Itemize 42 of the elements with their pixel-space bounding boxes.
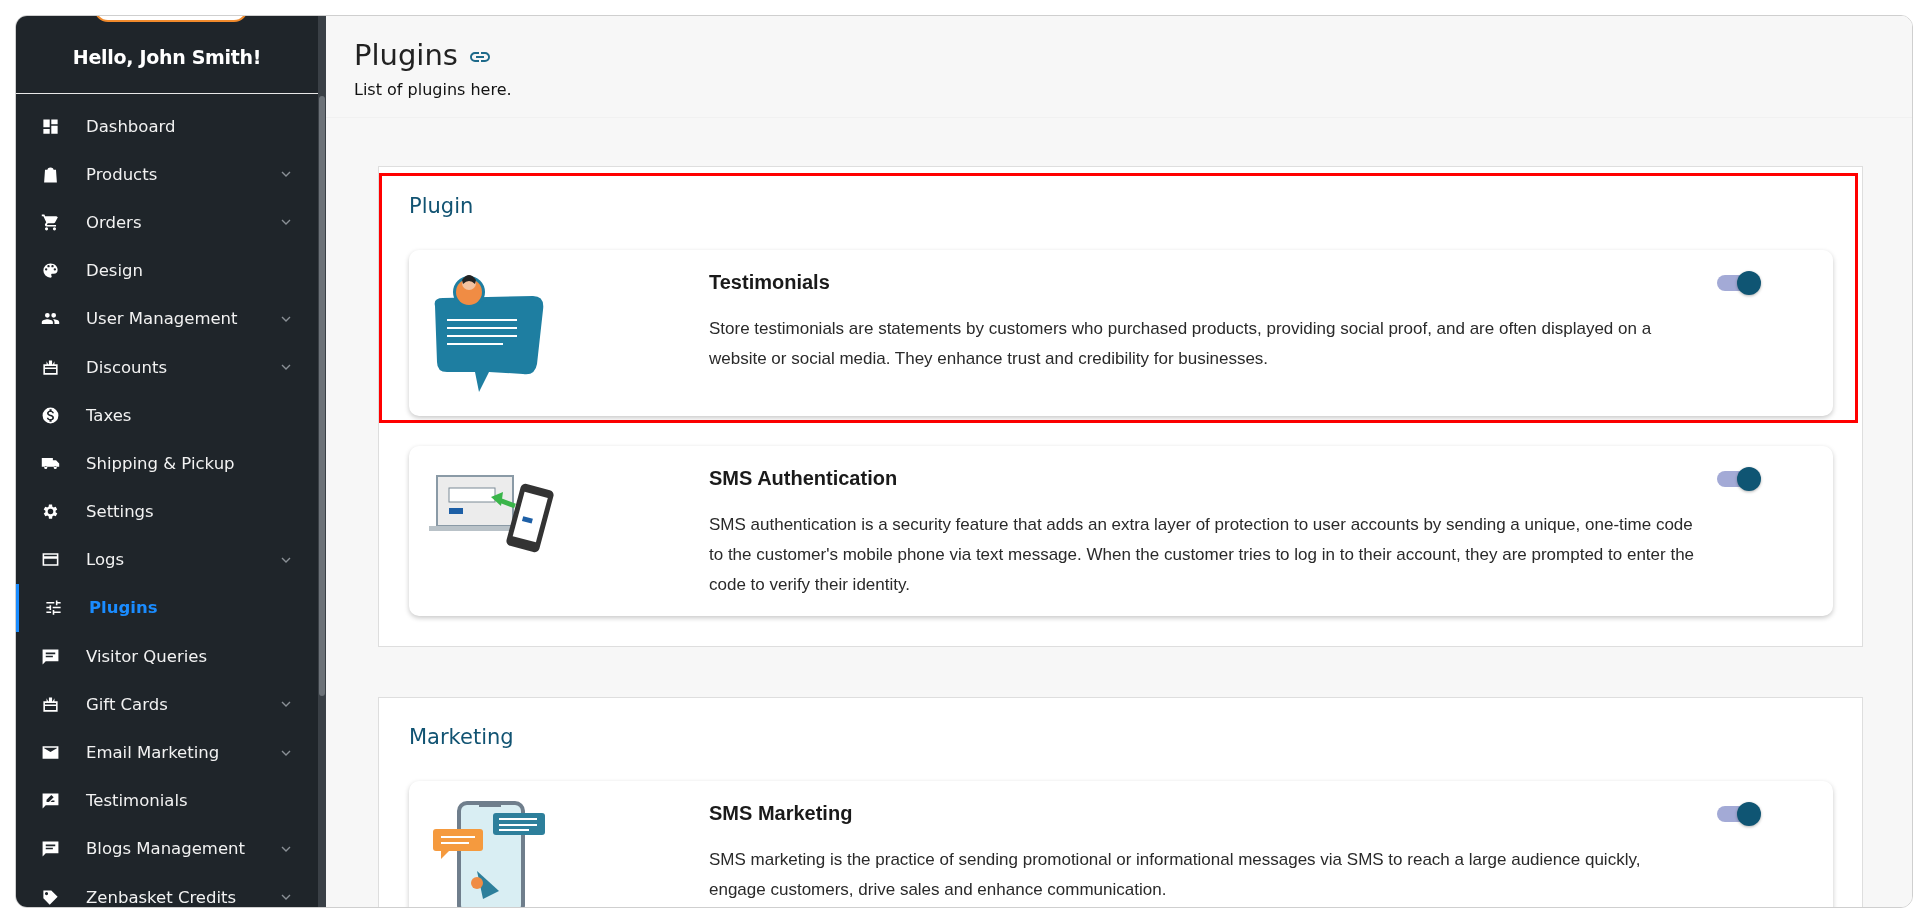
section-heading: Plugin [409,193,475,219]
plugin-title: Testimonials [709,270,831,295]
plugin-description: SMS marketing is the practice of sending promotional or informational messages via SMS to reach a large audience quickly, engage customers, drive sales and enhance communication. [709,849,1642,901]
toggle-switch[interactable] [1715,801,1761,827]
sidebar-item[interactable]: Products [16,150,318,199]
page-title: Plugins [354,37,458,74]
sidebar-item[interactable]: Visitor Queries [16,632,318,681]
sidebar-item[interactable]: Logs [16,535,318,584]
gift-icon [41,694,60,714]
scrollbar[interactable] [318,16,326,907]
plugin-description: SMS authentication is a security feature that adds an extra layer of protection to user accounts by sending a unique, one-time code to the customer's mobile phone via text message. When the customer tries to log in to their account, they are prompted to enter the code to verify their identity. [709,514,1696,596]
chat-icon [41,646,60,666]
plugin-title: SMS Authentication [709,466,899,491]
plugin-title: SMS Marketing [709,801,854,826]
page-subtitle: List of plugins here. [354,80,513,99]
sidebar-item[interactable]: Settings [16,487,318,536]
section-heading: Marketing [409,724,515,750]
cart-icon [41,212,60,232]
sidebar-item[interactable]: Blogs Management [16,824,318,873]
sidebar-item[interactable]: Dashboard [16,102,318,151]
tag-icon [41,887,60,907]
sidebar-item[interactable]: Gift Cards [16,680,318,729]
sidebar-item[interactable]: Orders [16,198,318,247]
gift-icon [41,357,60,377]
toggle-switch[interactable] [1715,270,1761,296]
sidebar-item[interactable]: Taxes [16,391,318,440]
toggle-switch[interactable] [1715,466,1761,492]
bag-icon [41,164,60,184]
sidebar-item[interactable]: Zenbasket Credits [16,873,318,907]
dashboard-icon [41,116,60,136]
sidebar-item[interactable]: User Management [16,294,318,343]
dollar-icon [41,405,60,425]
plugin-description: Store testimonials are statements by customers who purchased products, providing social proof, and are often displayed on a website or social media. They enhance trust and credibility for businesses. [709,318,1653,370]
sidebar-item[interactable]: Discounts [16,342,318,392]
gear-icon [41,502,60,522]
greeting-text: Hello, John Smith! [72,45,262,68]
sidebar-item[interactable]: Design [16,246,318,295]
sliders-icon [44,598,63,618]
sidebar-item[interactable]: Shipping & Pickup [16,439,318,488]
palette-icon [41,261,60,281]
sidebar-item[interactable]: Testimonials [16,776,318,825]
sidebar-item[interactable]: Email Marketing [16,728,318,777]
